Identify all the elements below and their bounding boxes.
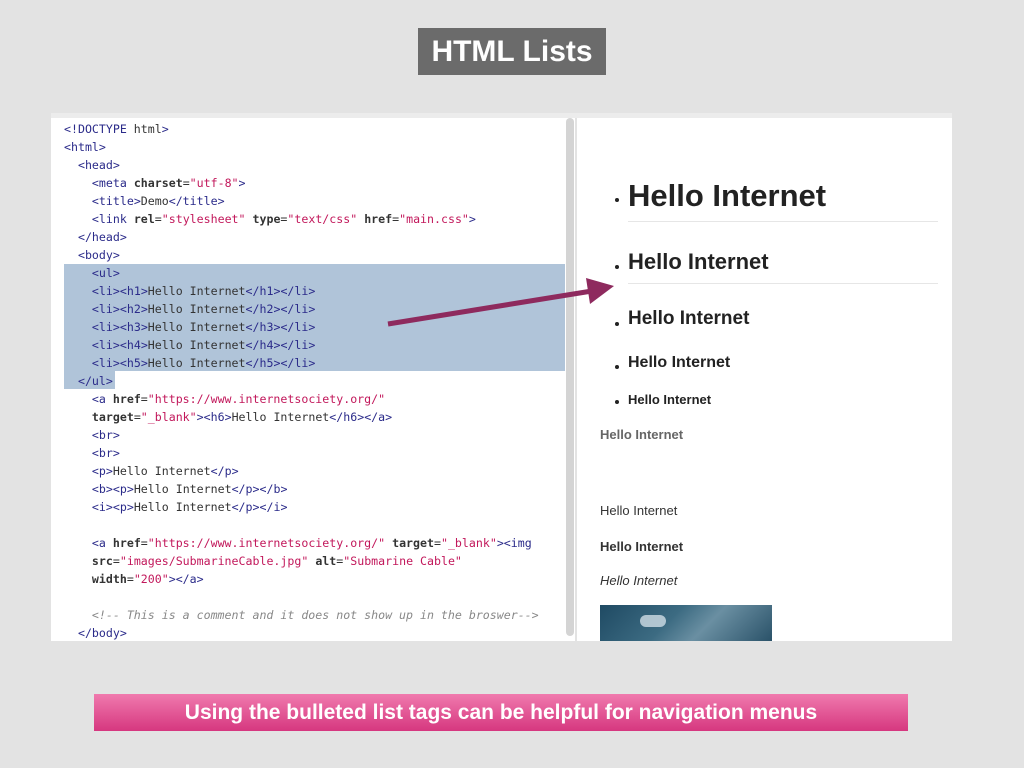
- caption-banner: Using the bulleted list tags can be help…: [94, 694, 908, 731]
- arrow-annotation: [387, 278, 614, 327]
- arrow-head: [586, 278, 614, 304]
- arrow-shaft: [387, 288, 593, 327]
